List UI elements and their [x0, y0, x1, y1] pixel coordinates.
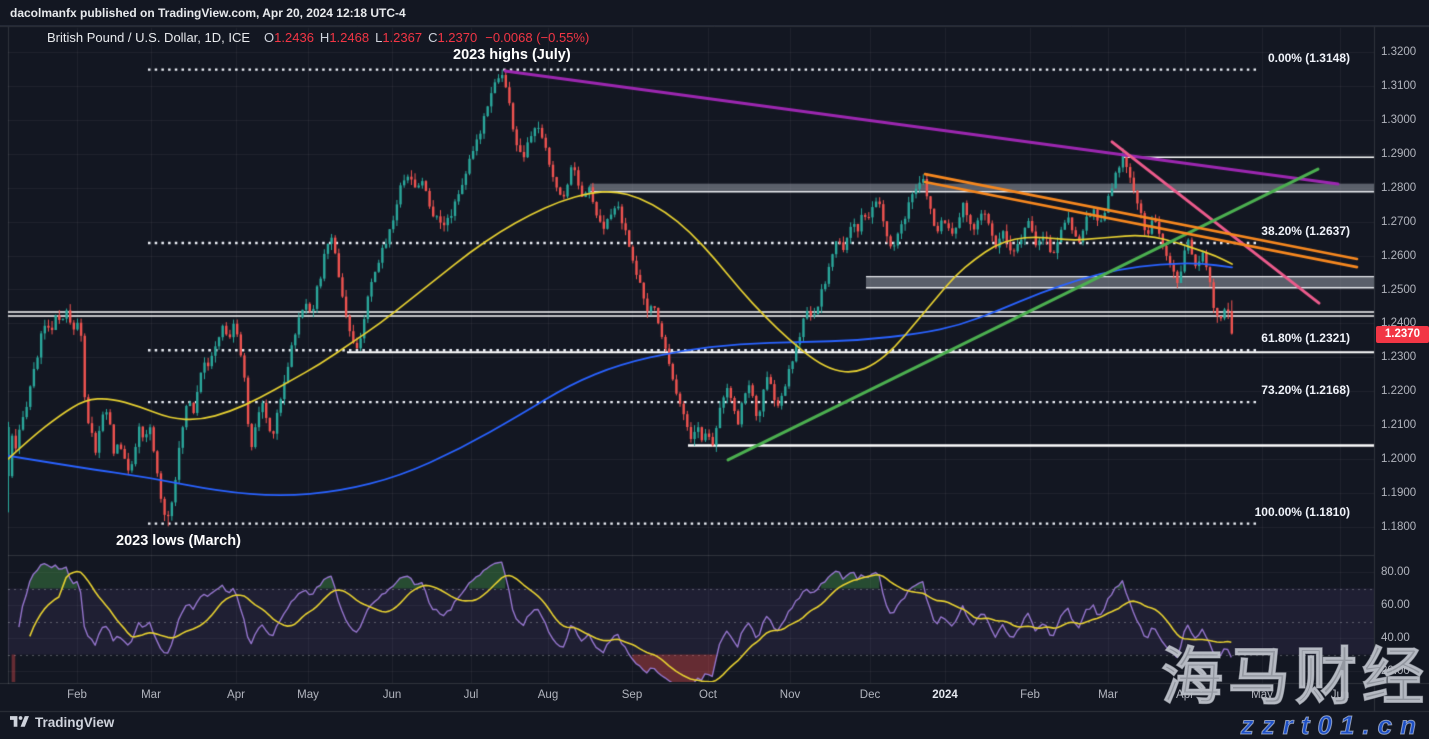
symbol-title: British Pound / U.S. Dollar, 1D, ICE [47, 30, 250, 45]
price-axis-label: 1.2300 [1381, 351, 1416, 363]
price-axis-label: 1.2900 [1381, 148, 1416, 160]
close-value: 1.2370 [437, 30, 477, 45]
time-axis-label-Jul: Jul [464, 689, 479, 701]
published-bar: dacolmanfx published on TradingView.com,… [0, 0, 1429, 26]
tradingview-brand-text: TradingView [35, 715, 114, 730]
price-axis-label: 1.2100 [1381, 419, 1416, 431]
time-axis-label-May: May [297, 689, 319, 701]
fib-level-label-0.00%: 0.00% (1.3148) [1268, 51, 1350, 65]
time-axis-label-Nov: Nov [780, 689, 800, 701]
time-axis-label-Sep: Sep [622, 689, 642, 701]
price-axis-label: 1.2200 [1381, 385, 1416, 397]
price-axis-label: 1.2600 [1381, 250, 1416, 262]
fib-level-label-38.20%: 38.20% (1.2637) [1261, 224, 1350, 238]
price-axis-label: 1.3200 [1381, 46, 1416, 58]
tradingview-published-chart: dacolmanfx published on TradingView.com,… [0, 0, 1429, 739]
annotation-2023-lows[interactable]: 2023 lows (March) [116, 533, 241, 549]
tradingview-logo-icon [10, 715, 29, 730]
price-axis-label: 1.2800 [1381, 182, 1416, 194]
price-axis-label: 1.3000 [1381, 114, 1416, 126]
time-axis-label-Jun: Jun [383, 689, 402, 701]
open-label: O [264, 30, 274, 45]
fib-level-label-61.80%: 61.80% (1.2321) [1261, 331, 1350, 345]
time-axis-label-Dec: Dec [860, 689, 880, 701]
watermark-url: zzrt01.cn [1241, 712, 1424, 738]
price-axis-label: 1.3100 [1381, 80, 1416, 92]
symbol-legend[interactable]: British Pound / U.S. Dollar, 1D, ICEO1.2… [47, 30, 589, 45]
fib-level-label-73.20%: 73.20% (1.2168) [1261, 383, 1350, 397]
fib-level-label-100.00%: 100.00% (1.1810) [1255, 505, 1350, 519]
watermark-cjk: 海马财经 [1161, 647, 1429, 709]
last-price-badge: 1.2370 [1376, 326, 1429, 343]
rsi-axis-label: 80.00 [1381, 566, 1410, 578]
price-axis-label: 1.1800 [1381, 521, 1416, 533]
high-value: 1.2468 [329, 30, 369, 45]
price-axis-label: 1.1900 [1381, 487, 1416, 499]
price-axis-label: 1.2500 [1381, 284, 1416, 296]
time-axis-label-Feb: Feb [67, 689, 87, 701]
high-label: H [320, 30, 329, 45]
low-value: 1.2367 [382, 30, 422, 45]
open-value: 1.2436 [274, 30, 314, 45]
tradingview-attribution[interactable]: TradingView [10, 715, 114, 730]
annotation-2023-highs[interactable]: 2023 highs (July) [453, 47, 571, 63]
change-value: −0.0068 (−0.55%) [485, 30, 589, 45]
time-axis-label-Aug: Aug [538, 689, 558, 701]
time-axis-label-Apr: Apr [227, 689, 245, 701]
price-axis-label: 1.2000 [1381, 453, 1416, 465]
rsi-axis-label: 60.00 [1381, 599, 1410, 611]
time-axis-label-Mar: Mar [141, 689, 161, 701]
time-axis-label-2024: 2024 [932, 689, 958, 701]
price-axis-label: 1.2700 [1381, 216, 1416, 228]
chart-plot-area[interactable] [0, 0, 1429, 739]
time-axis-label-Mar: Mar [1098, 689, 1118, 701]
time-axis-label-Feb: Feb [1020, 689, 1040, 701]
time-axis-label-Oct: Oct [699, 689, 717, 701]
published-text: dacolmanfx published on TradingView.com,… [10, 6, 406, 20]
